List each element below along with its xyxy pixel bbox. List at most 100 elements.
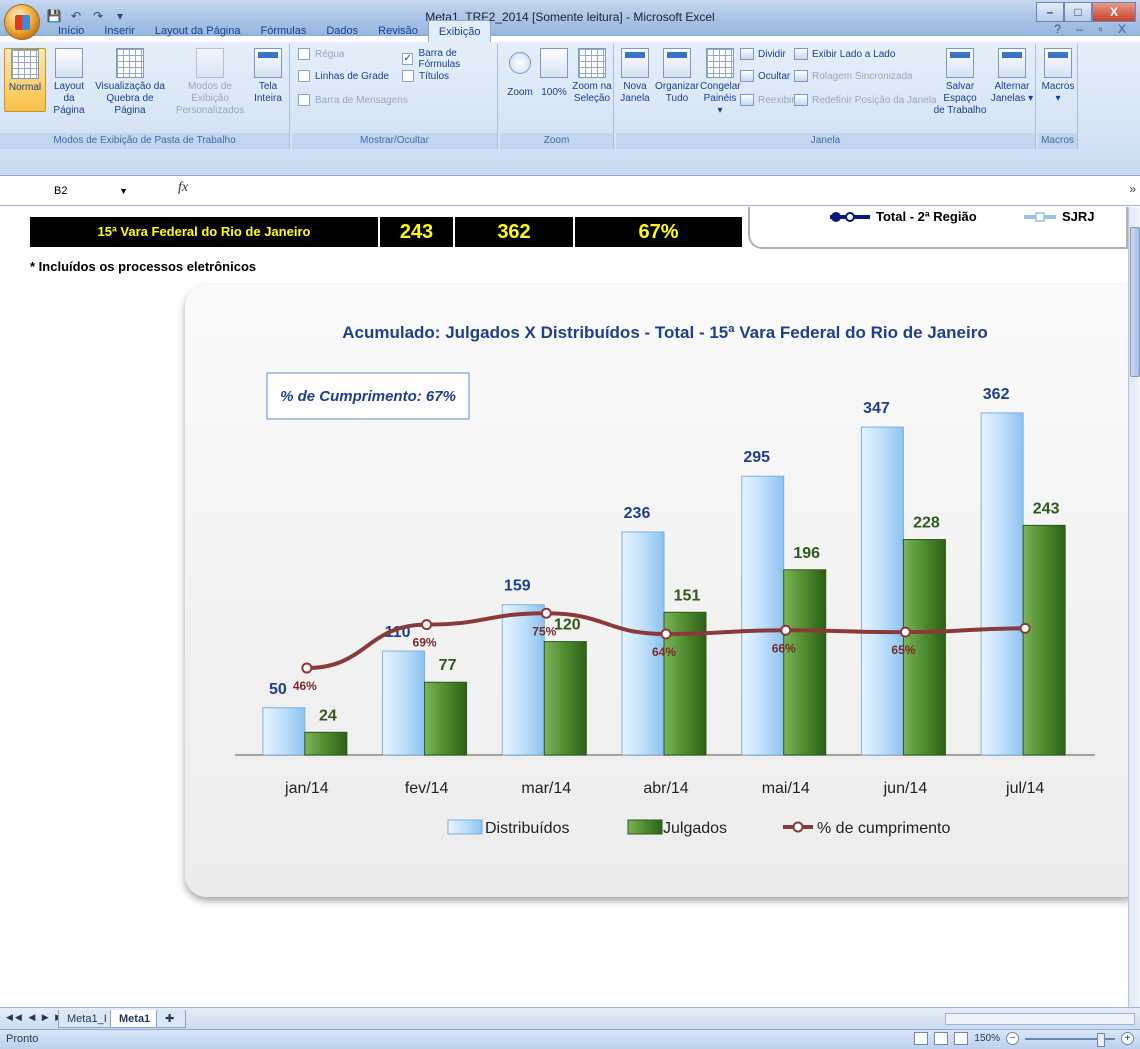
office-button[interactable] [4, 4, 40, 40]
vertical-scrollbar[interactable] [1128, 207, 1140, 1007]
scroll-thumb[interactable] [1130, 227, 1140, 377]
tab-inicio[interactable]: Início [48, 20, 94, 42]
checkbox-icon [298, 70, 310, 82]
zoom-controls: 150% − + [914, 1032, 1134, 1047]
tab-formulas[interactable]: Fórmulas [251, 20, 317, 42]
magnifier-icon [509, 52, 531, 74]
bar-distribuidos [262, 707, 306, 756]
chart-title: Acumulado: Julgados X Distribuídos - Tot… [342, 323, 988, 342]
data-label-cumprimento: 75% [532, 624, 556, 638]
zoom-in-icon[interactable]: + [1121, 1032, 1134, 1045]
group-label-zoom: Zoom [500, 133, 613, 149]
page-100-icon [540, 48, 568, 78]
summary-row: 15ª Vara Federal do Rio de Janeiro 243 3… [30, 217, 742, 247]
sheet-tab-meta1-i[interactable]: Meta1_I [58, 1010, 116, 1028]
zoom-slider[interactable] [1025, 1032, 1115, 1047]
formula-input[interactable] [200, 182, 1100, 200]
new-window-button[interactable]: Nova Janela [618, 48, 652, 105]
legend-cumprimento: % de cumprimento [817, 820, 950, 837]
data-label-cumprimento: 65% [891, 643, 915, 657]
split-icon [740, 48, 754, 60]
data-label-cumprimento: 46% [293, 679, 317, 693]
formula-bar-checkbox[interactable]: ✓ Barra de Fórmulas [402, 48, 497, 70]
legend-julgados: Julgados [663, 820, 727, 837]
hide-window-icon [740, 70, 754, 82]
reset-position-icon [794, 94, 808, 106]
sync-scroll-button[interactable]: Rolagem Sincronizada [794, 70, 913, 82]
page-layout-icon[interactable] [934, 1032, 949, 1045]
zoom-level[interactable]: 150% [974, 1033, 1000, 1044]
bar-distribuidos [621, 531, 665, 756]
gridlines-checkbox[interactable]: Linhas de Grade [298, 70, 389, 82]
page-break-preview-button[interactable]: Visualização da Quebra de Página [92, 48, 168, 117]
tab-exibicao[interactable]: Exibição [427, 20, 492, 42]
legend-marker-cumprimento [792, 821, 804, 833]
reset-position-button[interactable]: Redefinir Posição da Janela [794, 94, 937, 106]
worksheet[interactable]: 15ª Vara Federal do Rio de Janeiro 243 3… [0, 207, 1128, 977]
line-marker-icon [830, 211, 870, 222]
ribbon-tabs: Início Inserir Layout da Página Fórmulas… [0, 18, 1140, 42]
page-break-icon[interactable] [954, 1032, 969, 1045]
zoom-selection-button[interactable]: Zoom na Seleção [572, 48, 612, 105]
bar-julgados [304, 731, 348, 756]
arrange-all-button[interactable]: Organizar Tudo [654, 48, 700, 105]
checkbox-icon [298, 48, 310, 60]
save-workspace-button[interactable]: Salvar Espaço de Trabalho [930, 48, 990, 117]
checkbox-icon [402, 70, 414, 82]
sync-scroll-icon [794, 70, 808, 82]
x-tick-label: mai/14 [762, 780, 810, 797]
bar-distribuidos [382, 650, 426, 756]
point-cumprimento [1019, 622, 1031, 634]
normal-view-icon[interactable] [914, 1032, 929, 1045]
hide-button[interactable]: Ocultar [740, 70, 790, 82]
horizontal-scrollbar[interactable] [945, 1013, 1135, 1025]
group-label-modos: Modos de Exibição de Pasta de Trabalho [0, 133, 289, 149]
custom-views-button[interactable]: Modos de Exibição Personalizados [172, 48, 248, 117]
help-and-workbook-controls[interactable]: ? – ▫ X [1054, 22, 1132, 36]
legend-sjrj: SJRJ [1022, 209, 1095, 224]
group-mostrar-ocultar: Régua Linhas de Grade Barra de Mensagens… [292, 44, 498, 149]
checkbox-icon [298, 94, 310, 106]
point-cumprimento [421, 619, 433, 631]
split-button[interactable]: Dividir [740, 48, 786, 60]
data-label-cumprimento: 64% [652, 645, 676, 659]
ruler-checkbox[interactable]: Régua [298, 48, 344, 60]
group-label-janela: Janela [616, 133, 1035, 149]
zoom-100-button[interactable]: 100% [538, 48, 570, 99]
legend-distribuidos: Distribuídos [485, 820, 569, 837]
name-box[interactable]: B2 ▼ [6, 181, 130, 201]
tab-dados[interactable]: Dados [316, 20, 368, 42]
page-layout-button[interactable]: Layout da Página [48, 48, 90, 117]
macros-button[interactable]: Macros ▾ [1041, 48, 1075, 105]
data-label-cumprimento: 66% [772, 641, 796, 655]
message-bar-checkbox[interactable]: Barra de Mensagens [298, 94, 408, 106]
normal-view-button[interactable]: Normal [4, 48, 46, 112]
data-label-distribuidos: 50 [269, 681, 287, 698]
group-janela: Nova Janela Organizar Tudo Congelar Pain… [616, 44, 1036, 149]
chevron-down-icon[interactable]: ▼ [119, 181, 128, 201]
tab-revisao[interactable]: Revisão [368, 20, 428, 42]
legend-swatch-distribuidos [447, 819, 483, 835]
side-by-side-button[interactable]: Exibir Lado a Lado [794, 48, 895, 60]
tab-inserir[interactable]: Inserir [94, 20, 145, 42]
freeze-panes-button[interactable]: Congelar Painéis ▾ [700, 48, 741, 117]
data-label-julgados: 120 [554, 617, 581, 634]
page-layout-icon [55, 48, 83, 78]
data-label-julgados: 24 [319, 707, 337, 724]
headings-checkbox[interactable]: Títulos [402, 70, 449, 82]
zoom-selection-icon [578, 48, 606, 78]
data-label-julgados: 151 [674, 587, 701, 604]
switch-windows-button[interactable]: Alternar Janelas ▾ [990, 48, 1034, 105]
expand-formula-bar-icon[interactable]: » [1129, 182, 1136, 196]
tab-layout[interactable]: Layout da Página [145, 20, 251, 42]
insert-sheet-icon[interactable]: ✚ [156, 1010, 186, 1028]
new-window-icon [621, 48, 649, 78]
sheet-tab-meta1[interactable]: Meta1 [110, 1010, 160, 1028]
function-icon[interactable]: fx [178, 180, 188, 196]
full-screen-button[interactable]: Tela Inteira [250, 48, 286, 105]
zoom-out-icon[interactable]: − [1006, 1032, 1019, 1045]
zoom-button[interactable]: Zoom [504, 48, 536, 99]
chart-card[interactable]: Acumulado: Julgados X Distribuídos - Tot… [185, 285, 1128, 897]
data-label-julgados: 243 [1033, 500, 1060, 517]
unhide-button[interactable]: Reexibir [740, 94, 795, 106]
